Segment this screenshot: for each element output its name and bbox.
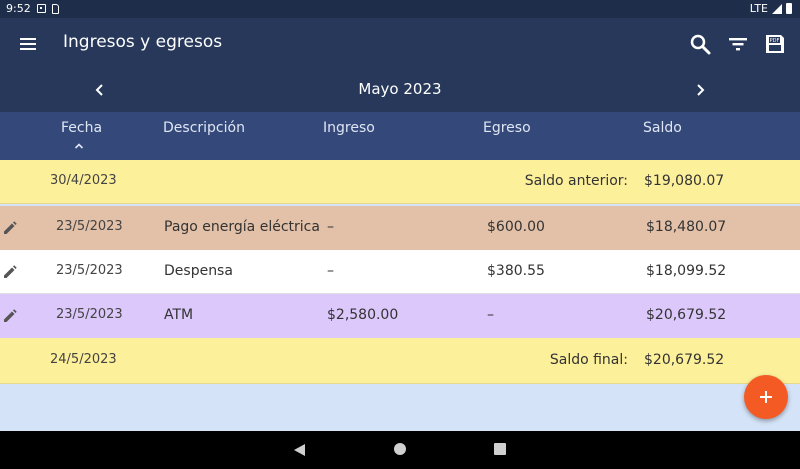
row-date: 23/5/2023 xyxy=(56,219,123,234)
svg-text:PDF: PDF xyxy=(770,38,780,44)
row-description: Despensa xyxy=(164,263,233,279)
row-description: ATM xyxy=(164,307,194,323)
column-header-saldo[interactable]: Saldo xyxy=(643,120,682,136)
row-egreso: – xyxy=(487,307,494,323)
column-header-descripcion[interactable]: Descripción xyxy=(163,120,245,136)
row-egreso: $600.00 xyxy=(487,219,545,235)
search-icon[interactable] xyxy=(688,32,712,56)
column-header-egreso[interactable]: Egreso xyxy=(483,120,531,136)
closing-date: 24/5/2023 xyxy=(50,352,117,367)
edit-icon[interactable] xyxy=(3,309,17,323)
month-label: Mayo 2023 xyxy=(358,80,442,98)
notification-icon xyxy=(36,4,46,13)
edit-icon[interactable] xyxy=(3,265,17,279)
menu-icon[interactable] xyxy=(20,38,36,50)
recents-icon[interactable] xyxy=(494,443,506,455)
row-ingreso: $2,580.00 xyxy=(327,307,399,323)
home-icon[interactable] xyxy=(394,443,406,455)
column-header-ingreso[interactable]: Ingreso xyxy=(323,120,375,136)
app-title: Ingresos y egresos xyxy=(63,32,223,52)
signal-icon xyxy=(772,3,782,14)
pdf-icon[interactable]: PDF xyxy=(763,32,787,56)
table-row[interactable]: 23/5/2023 ATM $2,580.00 – $20,679.52 xyxy=(0,294,800,338)
closing-label: Saldo final: xyxy=(549,352,628,368)
row-date: 23/5/2023 xyxy=(56,307,123,322)
row-saldo: $18,099.52 xyxy=(646,263,727,279)
opening-balance-row: 30/4/2023 Saldo anterior: $19,080.07 xyxy=(0,160,800,204)
back-icon[interactable] xyxy=(294,444,305,456)
battery-icon xyxy=(786,3,792,14)
table-header: Fecha Descripción Ingreso Egreso Saldo xyxy=(0,112,800,160)
opening-value: $19,080.07 xyxy=(644,173,725,189)
closing-value: $20,679.52 xyxy=(644,352,725,368)
row-ingreso: – xyxy=(327,219,334,235)
opening-date: 30/4/2023 xyxy=(50,173,117,188)
add-icon xyxy=(760,391,772,403)
network-label: LTE xyxy=(749,2,768,15)
system-nav-bar xyxy=(0,431,800,469)
column-header-fecha[interactable]: Fecha xyxy=(61,120,102,136)
row-saldo: $20,679.52 xyxy=(646,307,727,323)
opening-label: Saldo anterior: xyxy=(524,173,628,189)
table-row[interactable]: 23/5/2023 Pago energía eléctrica – $600.… xyxy=(0,206,800,250)
month-navigator: Mayo 2023 xyxy=(0,70,800,112)
chevron-right-icon[interactable] xyxy=(692,82,708,98)
status-bar: 9:52 LTE xyxy=(0,0,800,18)
row-date: 23/5/2023 xyxy=(56,263,123,278)
table-row[interactable]: 23/5/2023 Despensa – $380.55 $18,099.52 xyxy=(0,250,800,294)
add-transaction-button[interactable] xyxy=(744,375,788,419)
row-saldo: $18,480.07 xyxy=(646,219,727,235)
row-description: Pago energía eléctrica xyxy=(164,219,320,235)
closing-balance-row: 24/5/2023 Saldo final: $20,679.52 xyxy=(0,338,800,384)
status-time: 9:52 xyxy=(6,2,31,15)
filter-icon[interactable] xyxy=(726,32,750,56)
edit-icon[interactable] xyxy=(3,221,17,235)
row-egreso: $380.55 xyxy=(487,263,545,279)
row-ingreso: – xyxy=(327,263,334,279)
sort-up-icon xyxy=(74,143,84,149)
sim-icon xyxy=(51,3,59,14)
app-bar: Ingresos y egresos PDF xyxy=(0,18,800,70)
